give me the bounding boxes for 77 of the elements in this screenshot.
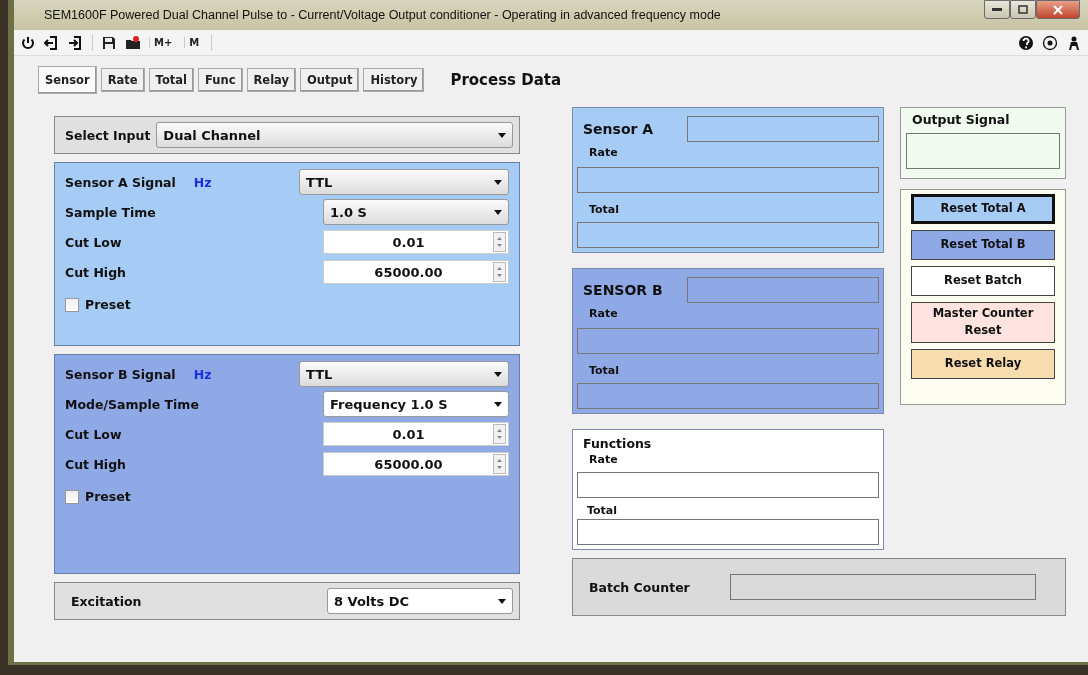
spinner-icon[interactable] [493, 424, 506, 444]
maximize-icon [1018, 5, 1028, 14]
excitation-dropdown[interactable]: 8 Volts DC [327, 588, 513, 614]
section-heading: Process Data [450, 71, 562, 89]
memory-plus-button[interactable]: M+ [149, 37, 177, 48]
reset-button[interactable]: Reset Relay [911, 348, 1055, 379]
dropdown[interactable]: 1.0 S [323, 199, 509, 225]
field-label: Sample Time [65, 204, 156, 220]
rate-label: Rate [589, 453, 619, 466]
tab[interactable]: Relay [246, 68, 296, 92]
window-title: SEM1600F Powered Dual Channel Pulse to - Current/Voltage Output conditioner - Operating in advanced frequency mode [44, 8, 721, 22]
rate-label: Rate [589, 307, 619, 320]
sensor-title: Sensor A [583, 121, 654, 137]
enter-door-icon[interactable] [68, 34, 84, 51]
save-icon[interactable] [101, 34, 117, 51]
field-label: Cut High [65, 264, 126, 280]
reset-button[interactable]: Reset Batch [911, 266, 1055, 296]
exit-door-icon[interactable] [44, 34, 60, 51]
unit-label: Hz [193, 366, 212, 382]
tab[interactable]: History [363, 68, 425, 92]
total-label: Total [589, 364, 621, 377]
caret-icon [498, 598, 506, 604]
reset-button[interactable]: Reset Total A [911, 194, 1055, 224]
output-signal-title: Output Signal [912, 112, 1011, 127]
signal-label: Sensor B Signal [65, 366, 176, 382]
maximize-button[interactable] [1010, 0, 1036, 19]
reset-button[interactable]: Master Counter Reset [911, 302, 1055, 343]
tab[interactable]: Sensor [38, 66, 97, 94]
preset-label: Preset [85, 489, 131, 504]
preset-checkbox[interactable] [65, 297, 79, 312]
total-label: Total [587, 504, 619, 517]
excitation-label: Excitation [71, 593, 142, 609]
reset-button[interactable]: Reset Total B [911, 230, 1055, 260]
tab[interactable]: Output [300, 68, 360, 92]
close-icon [1053, 4, 1063, 15]
rate-label: Rate [589, 146, 619, 159]
field-label: Cut Low [65, 426, 122, 442]
caret-icon [494, 401, 502, 407]
select-input-label: Select Input [65, 127, 151, 143]
total-label: Total [589, 203, 621, 216]
field-label: Mode/Sample Time [65, 396, 199, 412]
field-label: Cut High [65, 456, 126, 472]
spinner-icon[interactable] [493, 262, 506, 282]
minimize-button[interactable] [984, 0, 1010, 19]
dropdown[interactable]: Frequency 1.0 S [323, 391, 509, 417]
unit-label: Hz [193, 174, 212, 190]
caret-icon [498, 132, 506, 138]
batch-counter-label: Batch Counter [589, 579, 690, 595]
folder-icon[interactable] [125, 34, 141, 51]
sensor-title: SENSOR B [583, 282, 663, 298]
spinner-icon[interactable] [493, 454, 506, 474]
spin-field[interactable]: 0.01 [323, 230, 509, 254]
caret-icon [494, 179, 502, 185]
signal-dropdown[interactable]: TTL [299, 169, 509, 195]
person-icon[interactable] [1066, 34, 1082, 51]
tab[interactable]: Rate [100, 68, 145, 92]
functions-title: Functions [583, 436, 653, 451]
power-icon[interactable] [20, 34, 36, 51]
tab[interactable]: Func [198, 68, 243, 92]
close-button[interactable] [1036, 0, 1080, 19]
caret-icon [494, 371, 502, 377]
target-icon[interactable] [1042, 34, 1058, 51]
signal-dropdown[interactable]: TTL [299, 361, 509, 387]
spin-field[interactable]: 0.01 [323, 422, 509, 446]
preset-checkbox[interactable] [65, 489, 79, 504]
signal-label: Sensor A Signal [65, 174, 176, 190]
input-dropdown[interactable]: Dual Channel [156, 122, 513, 148]
caret-icon [494, 209, 502, 215]
tab[interactable]: Total [148, 68, 195, 92]
memory-button[interactable]: M [184, 37, 204, 48]
field-label: Cut Low [65, 234, 122, 250]
spinner-icon[interactable] [493, 232, 506, 252]
preset-label: Preset [85, 297, 131, 312]
spin-field[interactable]: 65000.00 [323, 452, 509, 476]
minimize-icon [992, 7, 1002, 12]
spin-field[interactable]: 65000.00 [323, 260, 509, 284]
help-icon[interactable] [1018, 34, 1034, 51]
